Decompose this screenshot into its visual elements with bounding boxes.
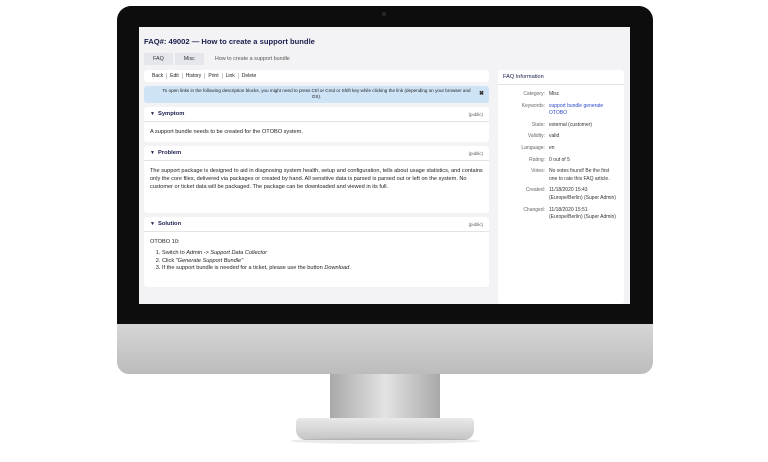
solution-step: If the support bundle is needed for a ti… xyxy=(162,265,483,273)
divider xyxy=(144,121,489,122)
close-icon[interactable]: ✖ xyxy=(479,91,484,97)
screen: FAQ#: 49002 — How to create a support bu… xyxy=(139,27,630,304)
info-row-state: State: external (customer) xyxy=(531,121,593,128)
breadcrumb-misc[interactable]: Misc xyxy=(174,52,204,65)
stand-shadow xyxy=(290,438,480,444)
problem-header[interactable]: ▼ Problem (public) xyxy=(150,150,483,156)
faq-info-sidebar: FAQ Information Category: Misc Keywords:… xyxy=(498,70,624,304)
info-row-votes: Votes: No votes found! Be the first one … xyxy=(531,168,610,182)
symptom-box: ▼ Symptom (public) A support bundle needs… xyxy=(144,107,489,142)
problem-box: ▼ Problem (public) The support package is… xyxy=(144,146,489,213)
info-row-created: Created: 11/18/2020 15:43 (Europe/Berlin… xyxy=(525,187,616,201)
breadcrumb: FAQ Misc How to create a support bundle xyxy=(144,52,301,65)
breadcrumb-current: How to create a support bundle xyxy=(214,55,290,62)
history-link[interactable]: History xyxy=(183,73,206,79)
info-row-validity: Validity: valid xyxy=(527,133,560,140)
symptom-visibility: (public) xyxy=(468,111,483,117)
symptom-heading: Symptom xyxy=(157,111,185,117)
solution-step: Switch to Admin -> Support Data Collecto… xyxy=(162,250,483,258)
solution-header[interactable]: ▼ Solution (public) xyxy=(150,221,483,227)
back-link[interactable]: Back xyxy=(149,73,168,79)
collapse-triangle-icon: ▼ xyxy=(150,221,155,227)
divider xyxy=(144,231,489,232)
breadcrumb-faq[interactable]: FAQ xyxy=(144,52,173,65)
solution-intro: OTOBO 10: xyxy=(150,239,180,245)
problem-heading: Problem xyxy=(157,150,182,156)
solution-box: ▼Solution (public) OTOBO 10: Switch to A… xyxy=(144,217,489,287)
monitor-chin xyxy=(117,324,653,374)
solution-visibility: (public) xyxy=(468,221,483,227)
camera-dot xyxy=(382,12,386,16)
monitor-stand-foot xyxy=(296,418,474,440)
collapse-triangle-icon: ▼ xyxy=(150,111,155,117)
main-content: Back Edit History Print Link Delete To o… xyxy=(144,70,489,287)
problem-visibility: (public) xyxy=(468,150,483,156)
symptom-text: A support bundle needs to be created for… xyxy=(150,129,303,135)
monitor-stand-neck xyxy=(330,374,440,420)
info-row-category: Category: Misc xyxy=(523,91,560,97)
info-notice: To open links in the following descripti… xyxy=(144,86,489,103)
delete-link[interactable]: Delete xyxy=(239,73,259,79)
collapse-triangle-icon: ▼ xyxy=(150,150,155,156)
solution-step: Click "Generate Support Bundle" xyxy=(162,258,483,266)
problem-text: The support package is designed to aid i… xyxy=(150,168,483,191)
info-row-rating: Rating: 0 out of 5 xyxy=(529,156,570,163)
solution-steps: Switch to Admin -> Support Data Collecto… xyxy=(150,250,483,273)
info-row-keywords: Keywords: support bundle generate OTOBO xyxy=(498,103,624,118)
keywords-link[interactable]: support bundle generate OTOBO xyxy=(549,103,619,118)
notice-text: To open links in the following descripti… xyxy=(162,88,471,99)
action-toolbar: Back Edit History Print Link Delete xyxy=(144,70,489,82)
edit-link[interactable]: Edit xyxy=(167,73,183,79)
solution-heading: Solution xyxy=(157,221,182,227)
faq-info-title: FAQ Information xyxy=(503,74,544,80)
symptom-header[interactable]: ▼ Symptom (public) xyxy=(150,111,483,117)
info-row-language: Language: en xyxy=(521,144,555,151)
info-row-changed: Changed: 11/18/2020 15:51 (Europe/Berlin… xyxy=(523,206,616,221)
print-link[interactable]: Print xyxy=(205,73,223,79)
divider xyxy=(144,160,489,161)
page-title: FAQ#: 49002 — How to create a support bu… xyxy=(144,37,315,46)
link-link[interactable]: Link xyxy=(223,73,239,79)
